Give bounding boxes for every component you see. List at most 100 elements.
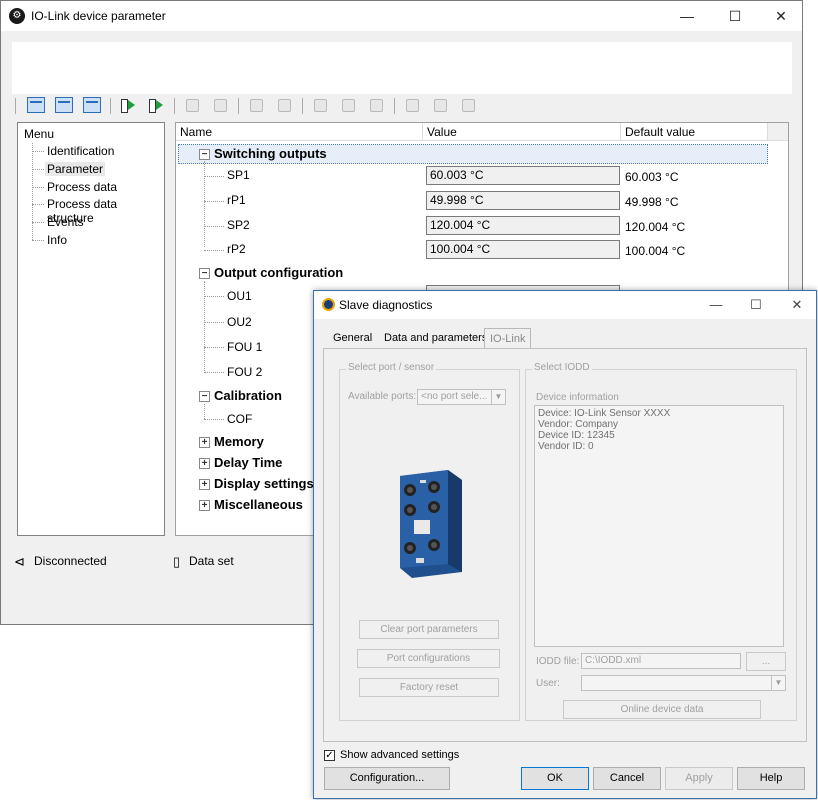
save-icon[interactable] xyxy=(459,97,477,113)
device-information-label: Device information xyxy=(536,392,619,403)
slave-diagnostics-dialog: Slave diagnostics — ☐ ✕ General Data and… xyxy=(313,290,817,799)
port-configurations-button[interactable]: Port configurations xyxy=(357,649,500,668)
help-button[interactable]: Help xyxy=(737,767,805,790)
delete-icon[interactable] xyxy=(431,97,449,113)
expand-display-icon[interactable]: + xyxy=(199,479,210,490)
compare-icon[interactable] xyxy=(247,97,265,113)
param-value-rp1[interactable]: 49.998 °C xyxy=(426,191,620,210)
show-advanced-label[interactable]: Show advanced settings xyxy=(340,749,459,761)
device-info-line: Device: IO-Link Sensor XXXX xyxy=(538,408,671,419)
dialog-close-button[interactable]: ✕ xyxy=(777,291,817,319)
clear-port-parameters-button[interactable]: Clear port parameters xyxy=(359,620,499,639)
dialog-maximize-button[interactable]: ☐ xyxy=(736,291,776,319)
tab-data-and-parameters[interactable]: Data and parameters xyxy=(379,328,492,348)
menu-item-parameter[interactable]: Parameter xyxy=(45,162,106,176)
dataset-icon: ▯ xyxy=(173,554,181,569)
param-name-cof: COF xyxy=(227,412,253,426)
io-link-master-device-image xyxy=(400,470,462,578)
banner-area xyxy=(12,42,792,94)
menu-tree: Menu Identification Parameter Process da… xyxy=(17,122,165,536)
menu-item-events[interactable]: Events xyxy=(45,215,86,229)
user-label: User: xyxy=(536,678,560,689)
toolbar xyxy=(13,95,793,117)
view-panel-icon[interactable] xyxy=(83,97,101,113)
expand-delay-icon[interactable]: + xyxy=(199,458,210,469)
available-ports-select[interactable]: <no port sele... ▼ xyxy=(417,389,506,405)
apply-button[interactable]: Apply xyxy=(665,767,733,790)
io-link-tab-panel: Select port / sensor Available ports: <n… xyxy=(323,348,807,742)
param-value-sp2[interactable]: 120.004 °C xyxy=(426,216,620,235)
expand-misc-icon[interactable]: + xyxy=(199,500,210,511)
tab-io-link[interactable]: IO-Link xyxy=(484,328,532,348)
group-delay-time[interactable]: Delay Time xyxy=(214,455,282,470)
upload-icon[interactable] xyxy=(183,97,201,113)
device-information-box[interactable]: Device: IO-Link Sensor XXXX Vendor: Comp… xyxy=(534,405,784,647)
menu-title: Menu xyxy=(24,127,55,141)
group-display-settings[interactable]: Display settings xyxy=(214,476,314,491)
dialog-minimize-button[interactable]: — xyxy=(696,291,736,319)
collapse-output-config-icon[interactable]: − xyxy=(199,268,210,279)
cancel-button[interactable]: Cancel xyxy=(593,767,661,790)
settings-icon[interactable] xyxy=(403,97,421,113)
tab-general[interactable]: General xyxy=(328,328,377,348)
chevron-down-icon: ▼ xyxy=(491,390,505,404)
store-icon[interactable] xyxy=(339,97,357,113)
iodd-file-label: IODD file: xyxy=(536,656,580,667)
param-value-rp2[interactable]: 100.004 °C xyxy=(426,240,620,259)
read-device-icon[interactable] xyxy=(119,97,137,113)
iodd-group: Select IODD Device information Device: I… xyxy=(525,362,797,721)
expand-memory-icon[interactable]: + xyxy=(199,437,210,448)
dataset-label[interactable]: Data set xyxy=(189,554,234,568)
group-memory[interactable]: Memory xyxy=(214,434,264,449)
close-button[interactable]: ✕ xyxy=(758,1,804,31)
report-icon[interactable] xyxy=(367,97,385,113)
view-table-icon[interactable] xyxy=(27,97,45,113)
column-header-default[interactable]: Default value xyxy=(621,123,768,141)
group-miscellaneous[interactable]: Miscellaneous xyxy=(214,497,303,512)
column-header-name[interactable]: Name xyxy=(176,123,423,141)
group-output-configuration[interactable]: Output configuration xyxy=(214,265,343,280)
group-calibration[interactable]: Calibration xyxy=(214,388,282,403)
print-icon[interactable] xyxy=(275,97,293,113)
ok-button[interactable]: OK xyxy=(521,767,589,790)
dialog-title: Slave diagnostics xyxy=(339,298,433,312)
browse-button[interactable]: ... xyxy=(746,652,786,671)
available-ports-label: Available ports: xyxy=(348,391,417,402)
iodd-file-input[interactable]: C:\IODD.xml xyxy=(581,653,741,669)
factory-reset-button[interactable]: Factory reset xyxy=(359,678,499,697)
menu-item-identification[interactable]: Identification xyxy=(45,144,116,158)
param-default-rp1: 49.998 °C xyxy=(625,195,679,209)
maximize-button[interactable]: ☐ xyxy=(712,1,758,31)
view-list-icon[interactable] xyxy=(55,97,73,113)
param-name-sp1: SP1 xyxy=(227,168,250,182)
load-icon[interactable] xyxy=(311,97,329,113)
dialog-app-icon xyxy=(322,298,335,311)
collapse-switching-icon[interactable]: − xyxy=(199,149,210,160)
minimize-button[interactable]: — xyxy=(664,1,710,31)
app-icon: ⚙ xyxy=(9,8,25,24)
window-title: IO-Link device parameter xyxy=(31,9,166,23)
param-default-rp2: 100.004 °C xyxy=(625,244,686,258)
dialog-title-bar: Slave diagnostics — ☐ ✕ xyxy=(314,291,816,319)
configuration-button[interactable]: Configuration... xyxy=(324,767,450,790)
title-bar: ⚙ IO-Link device parameter — ☐ ✕ xyxy=(1,1,802,31)
download-icon[interactable] xyxy=(211,97,229,113)
chevron-down-icon: ▼ xyxy=(771,676,785,690)
user-select[interactable]: ▼ xyxy=(581,675,786,691)
device-info-line: Vendor: Company xyxy=(538,419,619,430)
menu-item-process-data[interactable]: Process data xyxy=(45,180,119,194)
column-header-value[interactable]: Value xyxy=(423,123,621,141)
port-group-label: Select port / sensor xyxy=(346,362,437,373)
group-switching-outputs[interactable]: Switching outputs xyxy=(214,146,327,161)
show-advanced-checkbox[interactable]: ✓ xyxy=(324,750,335,761)
menu-item-info[interactable]: Info xyxy=(45,233,69,247)
write-device-icon[interactable] xyxy=(147,97,165,113)
online-device-data-button[interactable]: Online device data xyxy=(563,700,761,719)
collapse-calibration-icon[interactable]: − xyxy=(199,391,210,402)
param-name-ou1: OU1 xyxy=(227,289,252,303)
param-value-sp1[interactable]: 60.003 °C xyxy=(426,166,620,185)
param-name-rp2: rP2 xyxy=(227,242,246,256)
param-name-sp2: SP2 xyxy=(227,218,250,232)
connection-status: Disconnected xyxy=(34,554,107,568)
iodd-group-label: Select IODD xyxy=(532,362,592,373)
